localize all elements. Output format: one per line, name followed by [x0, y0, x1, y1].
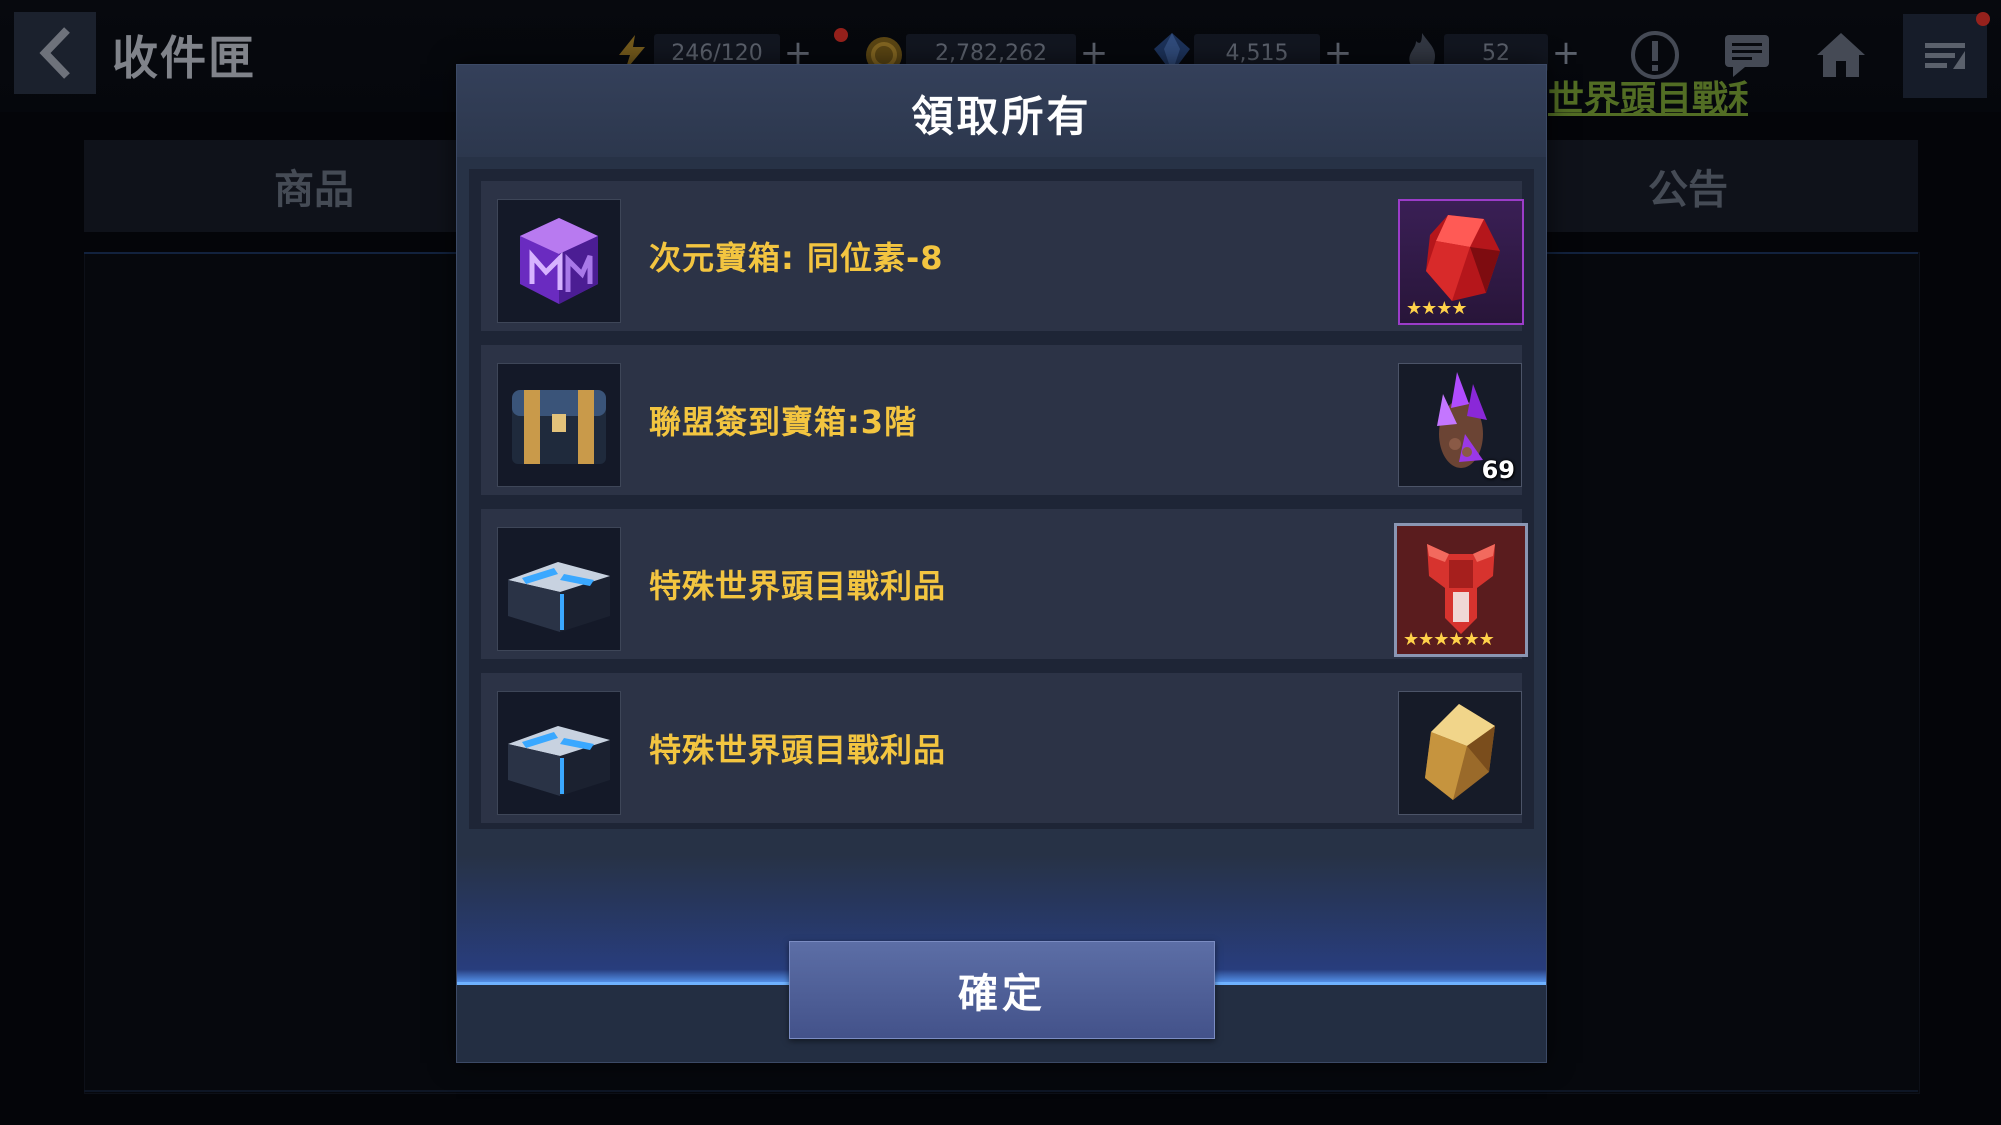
dialog-title: 領取所有 — [911, 92, 1092, 141]
reward-slot-selected[interactable]: ★★★★★★ — [1394, 523, 1528, 657]
dialog-header: 領取所有 — [457, 65, 1546, 157]
item-label: 次元寶箱: 同位素-8 — [649, 239, 944, 277]
item-label: 聯盟簽到寶箱:3階 — [649, 403, 918, 441]
list-item: 特殊世界頭目戰利品 — [481, 673, 1522, 823]
reward-quantity: 69 — [1481, 456, 1515, 484]
item-label: 特殊世界頭目戰利品 — [649, 567, 947, 605]
star-rating: ★★★★ — [1406, 298, 1468, 319]
list-item: 聯盟簽到寶箱:3階 69 — [481, 345, 1522, 495]
claim-all-dialog: 領取所有 次元寶箱: 同位素-8 ★★★★ 聯盟簽到寶箱:3階 69 特殊世界頭… — [456, 64, 1547, 1063]
boss-loot-chest-icon — [497, 691, 621, 815]
gold-stone-icon — [1425, 704, 1495, 800]
alliance-chest-icon — [497, 363, 621, 487]
list-item: 特殊世界頭目戰利品 ★★★★★★ — [481, 509, 1528, 659]
reward-slot[interactable]: 69 — [1398, 363, 1522, 487]
reward-slot[interactable] — [1398, 691, 1522, 815]
dimension-chest-icon — [497, 199, 621, 323]
star-rating: ★★★★★★ — [1403, 629, 1495, 650]
list-item: 次元寶箱: 同位素-8 ★★★★ — [481, 181, 1524, 331]
item-label: 特殊世界頭目戰利品 — [649, 731, 947, 769]
boss-loot-chest-icon — [497, 527, 621, 651]
confirm-button[interactable]: 確定 — [789, 941, 1215, 1039]
reward-slot[interactable]: ★★★★ — [1398, 199, 1524, 325]
reward-list: 次元寶箱: 同位素-8 ★★★★ 聯盟簽到寶箱:3階 69 特殊世界頭目戰利品 … — [469, 169, 1534, 829]
